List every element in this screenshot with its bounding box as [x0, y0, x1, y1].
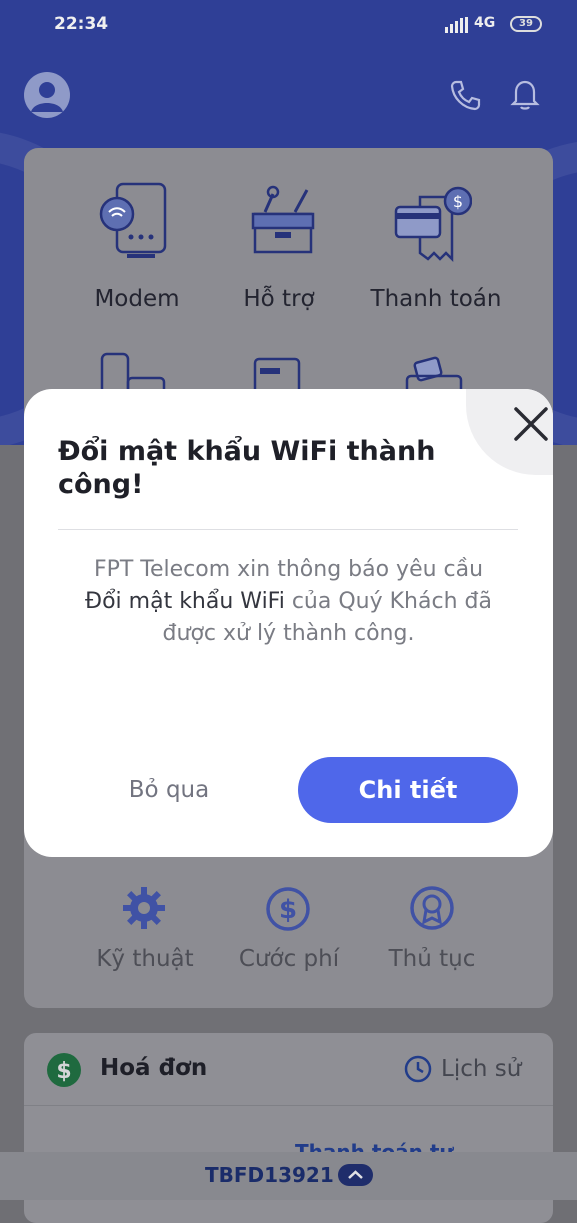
badge-icon[interactable] [409, 884, 455, 934]
chevron-up-icon [348, 1170, 363, 1179]
svg-text:$: $ [56, 1059, 71, 1084]
close-icon [514, 407, 548, 441]
invoice-divider [24, 1105, 553, 1106]
skip-button[interactable]: Bỏ qua [94, 757, 244, 823]
invoice-title: Hoá đơn [100, 1055, 208, 1081]
bottom-action-procedures[interactable]: Thủ tục [362, 946, 502, 972]
status-time: 22:34 [54, 14, 109, 34]
quick-action-payment[interactable]: Thanh toán [356, 286, 516, 312]
dialog-message-line3: được xử lý thành công. [162, 621, 415, 646]
modem-icon[interactable] [97, 180, 177, 260]
payment-card-icon[interactable]: $ [392, 183, 472, 263]
gear-icon[interactable] [120, 884, 168, 932]
invoice-dollar-icon: $ [47, 1053, 81, 1087]
dialog-message-highlight: Đổi mật khẩu WiFi [85, 589, 285, 614]
phone-icon[interactable] [448, 78, 482, 112]
account-expand-button[interactable] [338, 1164, 373, 1186]
user-avatar-icon[interactable] [24, 72, 70, 118]
dialog-message-line1: FPT Telecom xin thông báo yêu cầu [93, 557, 484, 582]
quick-action-modem[interactable]: Modem [62, 286, 212, 312]
dialog-message-mid: của Quý Khách đã [284, 589, 492, 614]
network-type: 4G [474, 15, 496, 31]
bottom-action-fees[interactable]: Cước phí [219, 946, 359, 972]
quick-action-support[interactable]: Hỗ trợ [204, 286, 354, 312]
dialog-title: Đổi mật khẩu WiFi thành công! [58, 436, 436, 500]
close-button[interactable] [466, 389, 553, 475]
bottom-action-technical[interactable]: Kỹ thuật [75, 946, 215, 972]
battery-level: 39 [519, 18, 533, 29]
svg-text:$: $ [453, 192, 463, 211]
signal-icon [445, 17, 468, 33]
document-icon[interactable] [252, 356, 302, 390]
account-id[interactable]: TBFD13921 [205, 1163, 334, 1187]
device-icon[interactable] [98, 350, 168, 390]
success-dialog: Đổi mật khẩu WiFi thành công! FPT Teleco… [24, 389, 553, 857]
battery-icon: 39 [510, 16, 542, 32]
status-bar: 22:34 4G 39 [0, 0, 577, 50]
clock-icon[interactable] [404, 1055, 432, 1083]
dialog-message: FPT Telecom xin thông báo yêu cầu Đổi mậ… [54, 554, 523, 650]
dollar-icon[interactable]: $ [265, 886, 311, 932]
svg-text:$: $ [279, 895, 297, 925]
bell-icon[interactable] [508, 77, 542, 111]
dialog-divider [58, 529, 518, 530]
support-toolbox-icon[interactable] [243, 182, 323, 262]
history-link[interactable]: Lịch sử [441, 1056, 521, 1082]
details-button[interactable]: Chi tiết [298, 757, 518, 823]
wallet-icon[interactable] [404, 356, 464, 390]
